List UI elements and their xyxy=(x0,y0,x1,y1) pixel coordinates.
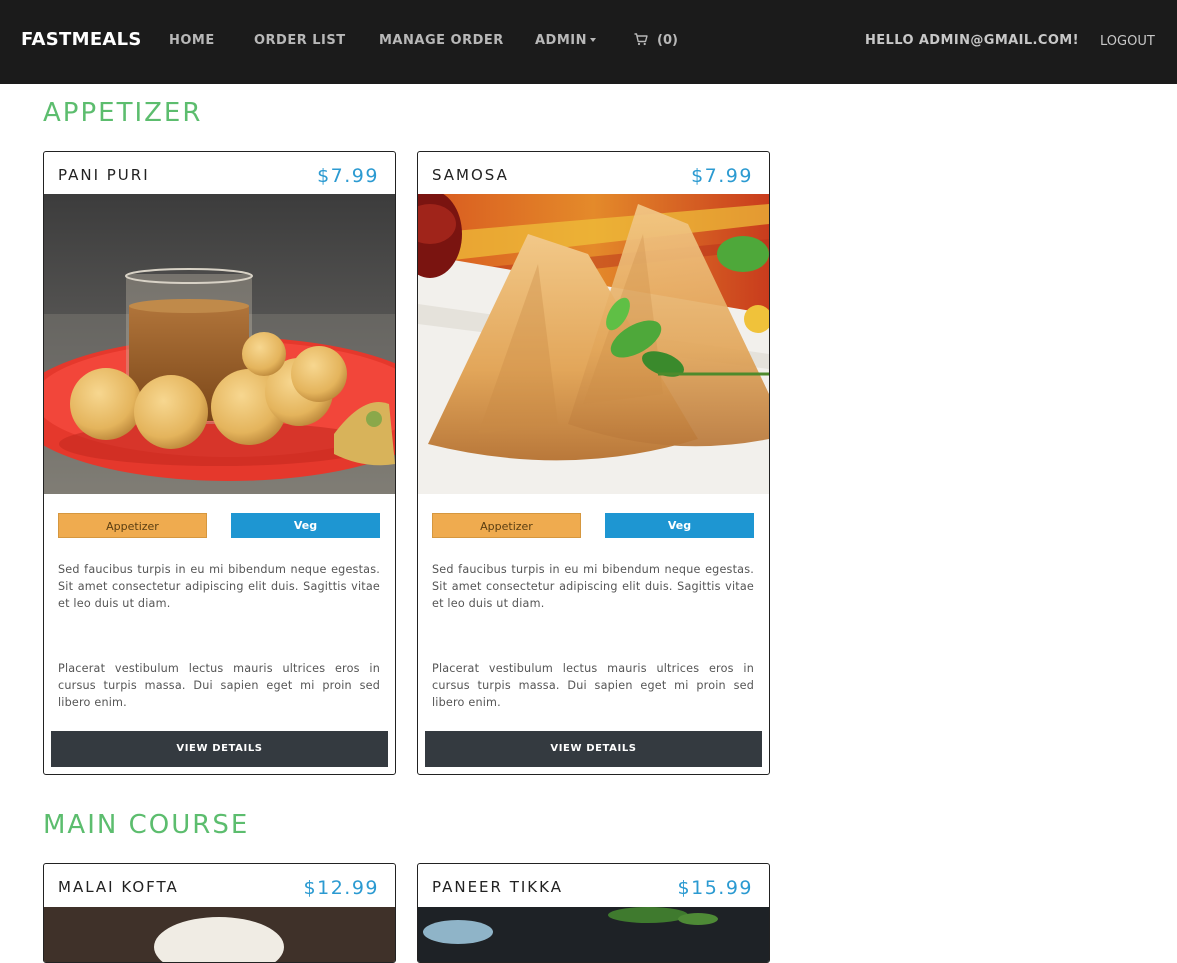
cart-count: (0) xyxy=(657,33,678,48)
brand-logo[interactable]: FASTMEALS xyxy=(21,29,142,50)
item-name: MALAI KOFTA xyxy=(58,878,179,896)
item-price: $12.99 xyxy=(303,877,379,899)
nav-admin-dropdown[interactable]: ADMIN xyxy=(535,33,597,48)
item-image xyxy=(44,907,395,962)
menu-card: SAMOSA $7.99 Appetizer Veg Sed faucibus … xyxy=(417,151,770,775)
user-greeting: HELLO ADMIN@GMAIL.COM! xyxy=(865,33,1079,48)
malai-kofta-photo xyxy=(44,907,395,962)
nav-home-link[interactable]: HOME xyxy=(169,33,215,48)
item-description: Placerat vestibulum lectus mauris ultric… xyxy=(58,662,380,709)
top-navbar: FASTMEALS HOME ORDER LIST MANAGE ORDER A… xyxy=(0,0,1177,84)
menu-card: MALAI KOFTA $12.99 xyxy=(43,863,396,963)
item-description: Placerat vestibulum lectus mauris ultric… xyxy=(432,662,754,709)
item-name: PANI PURI xyxy=(58,166,150,184)
paneer-tikka-photo xyxy=(418,907,769,962)
nav-cart-link[interactable]: (0) xyxy=(634,33,678,48)
caret-down-icon xyxy=(590,37,597,42)
cart-icon xyxy=(634,33,648,46)
view-details-button[interactable]: VIEW DETAILS xyxy=(425,731,762,767)
pani-puri-photo xyxy=(44,194,395,494)
diet-badge[interactable]: Veg xyxy=(231,513,380,538)
item-name: PANEER TIKKA xyxy=(432,878,563,896)
item-image xyxy=(418,194,769,494)
samosa-photo xyxy=(418,194,769,494)
menu-card: PANEER TIKKA $15.99 xyxy=(417,863,770,963)
item-description: Sed faucibus turpis in eu mi bibendum ne… xyxy=(432,563,754,610)
category-badge[interactable]: Appetizer xyxy=(432,513,581,538)
view-details-button[interactable]: VIEW DETAILS xyxy=(51,731,388,767)
nav-order-list-link[interactable]: ORDER LIST xyxy=(254,33,346,48)
item-price: $15.99 xyxy=(677,877,753,899)
nav-admin-label: ADMIN xyxy=(535,33,588,48)
item-image xyxy=(44,194,395,494)
logout-link[interactable]: LOGOUT xyxy=(1100,34,1155,49)
item-price: $7.99 xyxy=(317,165,379,187)
menu-card: PANI PURI $7.99 Appetizer Veg Sed faucib… xyxy=(43,151,396,775)
diet-badge[interactable]: Veg xyxy=(605,513,754,538)
category-badge[interactable]: Appetizer xyxy=(58,513,207,538)
section-title-appetizer: APPETIZER xyxy=(43,98,203,128)
nav-manage-order-link[interactable]: MANAGE ORDER xyxy=(379,33,504,48)
item-description: Sed faucibus turpis in eu mi bibendum ne… xyxy=(58,563,380,610)
section-title-main-course: MAIN COURSE xyxy=(43,810,250,840)
item-name: SAMOSA xyxy=(432,166,509,184)
item-image xyxy=(418,907,769,962)
item-price: $7.99 xyxy=(691,165,753,187)
